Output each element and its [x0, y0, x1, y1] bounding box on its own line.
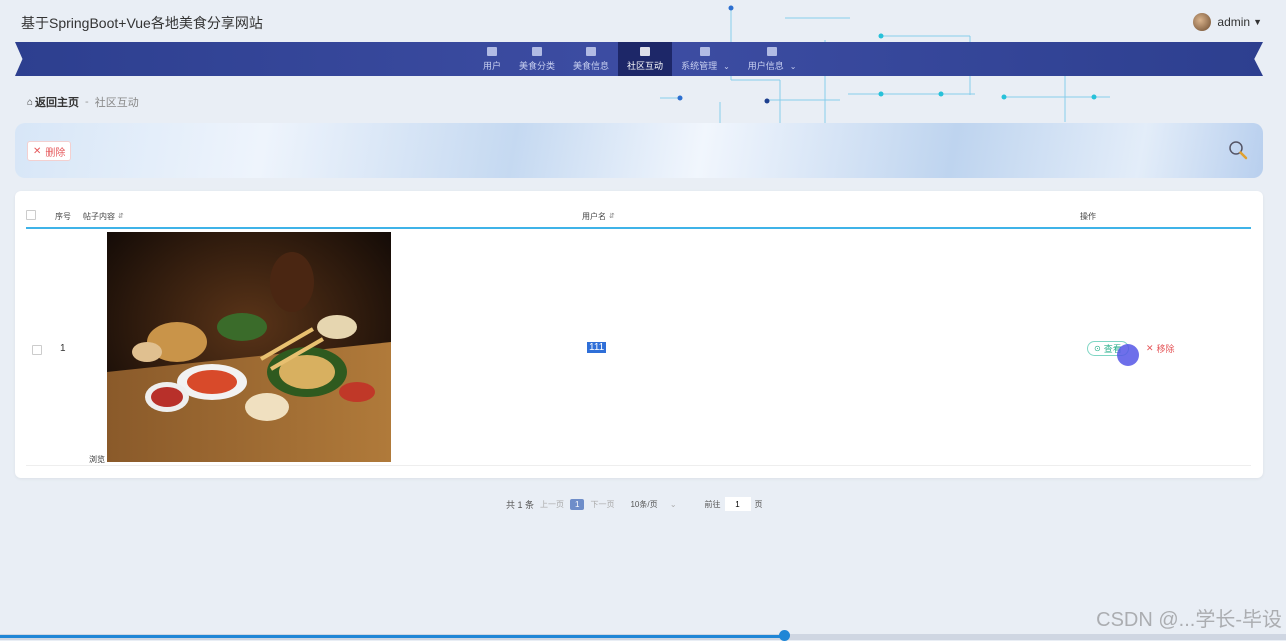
image-caption: 浏览 [89, 455, 105, 464]
grid-icon [700, 46, 711, 56]
pagination-total: 共 1 条 [506, 499, 535, 510]
chevron-down-icon: ⌄ [669, 499, 677, 509]
nav-item-users[interactable]: 用户 [474, 42, 510, 76]
close-icon: ✕ [33, 145, 42, 157]
nav-item-label: 系统管理 ⌄ [681, 60, 730, 71]
breadcrumb: ⌂ 返回主页 - 社区互动 [27, 94, 139, 110]
nav-item-label: 用户 [483, 60, 502, 71]
card-icon [767, 46, 778, 56]
main-nav: 用户 美食分类 美食信息 社区互动 系统管理 ⌄ 用户信息 ⌄ [15, 42, 1263, 76]
breadcrumb-home-link[interactable]: 返回主页 [35, 94, 79, 110]
close-icon: ✕ [1146, 343, 1154, 353]
delete-button-label: 删除 [45, 147, 66, 159]
printer-icon [532, 46, 543, 56]
nav-item-food-info[interactable]: 美食信息 [564, 42, 618, 76]
table-row: 1 浏览 111 ⊙ 查看 ✕ 移除 [26, 229, 1251, 466]
home-icon: ⌂ [27, 96, 34, 108]
prev-page-button[interactable]: 上一页 [540, 499, 564, 510]
nav-item-label: 美食分类 [519, 60, 556, 71]
progress-handle[interactable] [779, 630, 791, 641]
column-header-username[interactable]: 用户名 ⇵ [582, 211, 615, 222]
column-header-content[interactable]: 帖子内容 ⇵ [83, 211, 124, 222]
row-checkbox[interactable] [32, 345, 42, 355]
username-label: admin [1217, 15, 1251, 29]
data-table: 序号 帖子内容 ⇵ 用户名 ⇵ 操作 1 浏览 111 ⊙ 查看 ✕ 移除 [15, 191, 1263, 478]
column-header-actions: 操作 [1080, 212, 1096, 221]
search-icon[interactable] [1227, 139, 1249, 161]
nav-item-label: 社区互动 [627, 60, 664, 71]
breadcrumb-separator: - [85, 96, 89, 108]
video-progress-bar[interactable] [0, 630, 1286, 641]
nav-item-food-category[interactable]: 美食分类 [510, 42, 564, 76]
remove-button[interactable]: ✕ 移除 [1146, 342, 1175, 355]
row-index: 1 [60, 343, 66, 354]
monitor-icon [487, 46, 497, 56]
nav-item-system[interactable]: 系统管理 ⌄ [672, 42, 739, 76]
clipboard-icon [586, 46, 597, 56]
table-header: 序号 帖子内容 ⇵ 用户名 ⇵ 操作 [26, 203, 1251, 229]
sort-icon[interactable]: ⇵ [118, 213, 124, 220]
goto-suffix: 页 [754, 499, 763, 509]
pagination: 共 1 条 上一页 1 下一页 10条/页 ⌄ 前往 页 [506, 497, 763, 511]
nav-item-community[interactable]: 社区互动 [618, 42, 673, 76]
remove-button-label: 移除 [1156, 344, 1175, 354]
goto-prefix: 前往 [704, 499, 721, 509]
watermark: CSDN @...学长-毕设 [1096, 609, 1282, 631]
chevron-down-icon: ⌄ [789, 61, 797, 71]
user-menu[interactable]: admin ▼ [1193, 13, 1262, 31]
mouse-cursor-highlight [1117, 344, 1139, 366]
top-bar: 基于SpringBoot+Vue各地美食分享网站 admin ▼ [0, 0, 1286, 125]
select-all-checkbox[interactable] [26, 210, 36, 220]
row-username: 111 [587, 342, 607, 353]
toolbar-band: ✕ 删除 [15, 123, 1263, 178]
next-page-button[interactable]: 下一页 [590, 499, 614, 510]
nav-item-label: 用户信息 ⌄ [747, 60, 797, 71]
page-size-select[interactable]: 10条/页 ⌄ [630, 499, 676, 510]
goto-page-input[interactable] [724, 497, 751, 511]
avatar [1193, 13, 1212, 31]
delete-button[interactable]: ✕ 删除 [27, 141, 72, 161]
site-title: 基于SpringBoot+Vue各地美食分享网站 [21, 15, 263, 31]
progress-fill [0, 635, 785, 638]
nav-item-label: 美食信息 [573, 60, 610, 71]
chevron-down-icon: ⌄ [723, 61, 730, 71]
sort-icon[interactable]: ⇵ [609, 213, 615, 220]
post-image [107, 232, 391, 462]
chevron-down-icon: ▼ [1253, 17, 1262, 27]
nav-item-user-info[interactable]: 用户信息 ⌄ [739, 42, 806, 76]
column-header-index: 序号 [55, 212, 71, 221]
ticket-icon [640, 46, 651, 56]
page-number-current[interactable]: 1 [570, 498, 585, 510]
breadcrumb-current: 社区互动 [94, 97, 139, 109]
nav-items: 用户 美食分类 美食信息 社区互动 系统管理 ⌄ 用户信息 ⌄ [474, 42, 806, 76]
view-icon: ⊙ [1094, 344, 1101, 353]
